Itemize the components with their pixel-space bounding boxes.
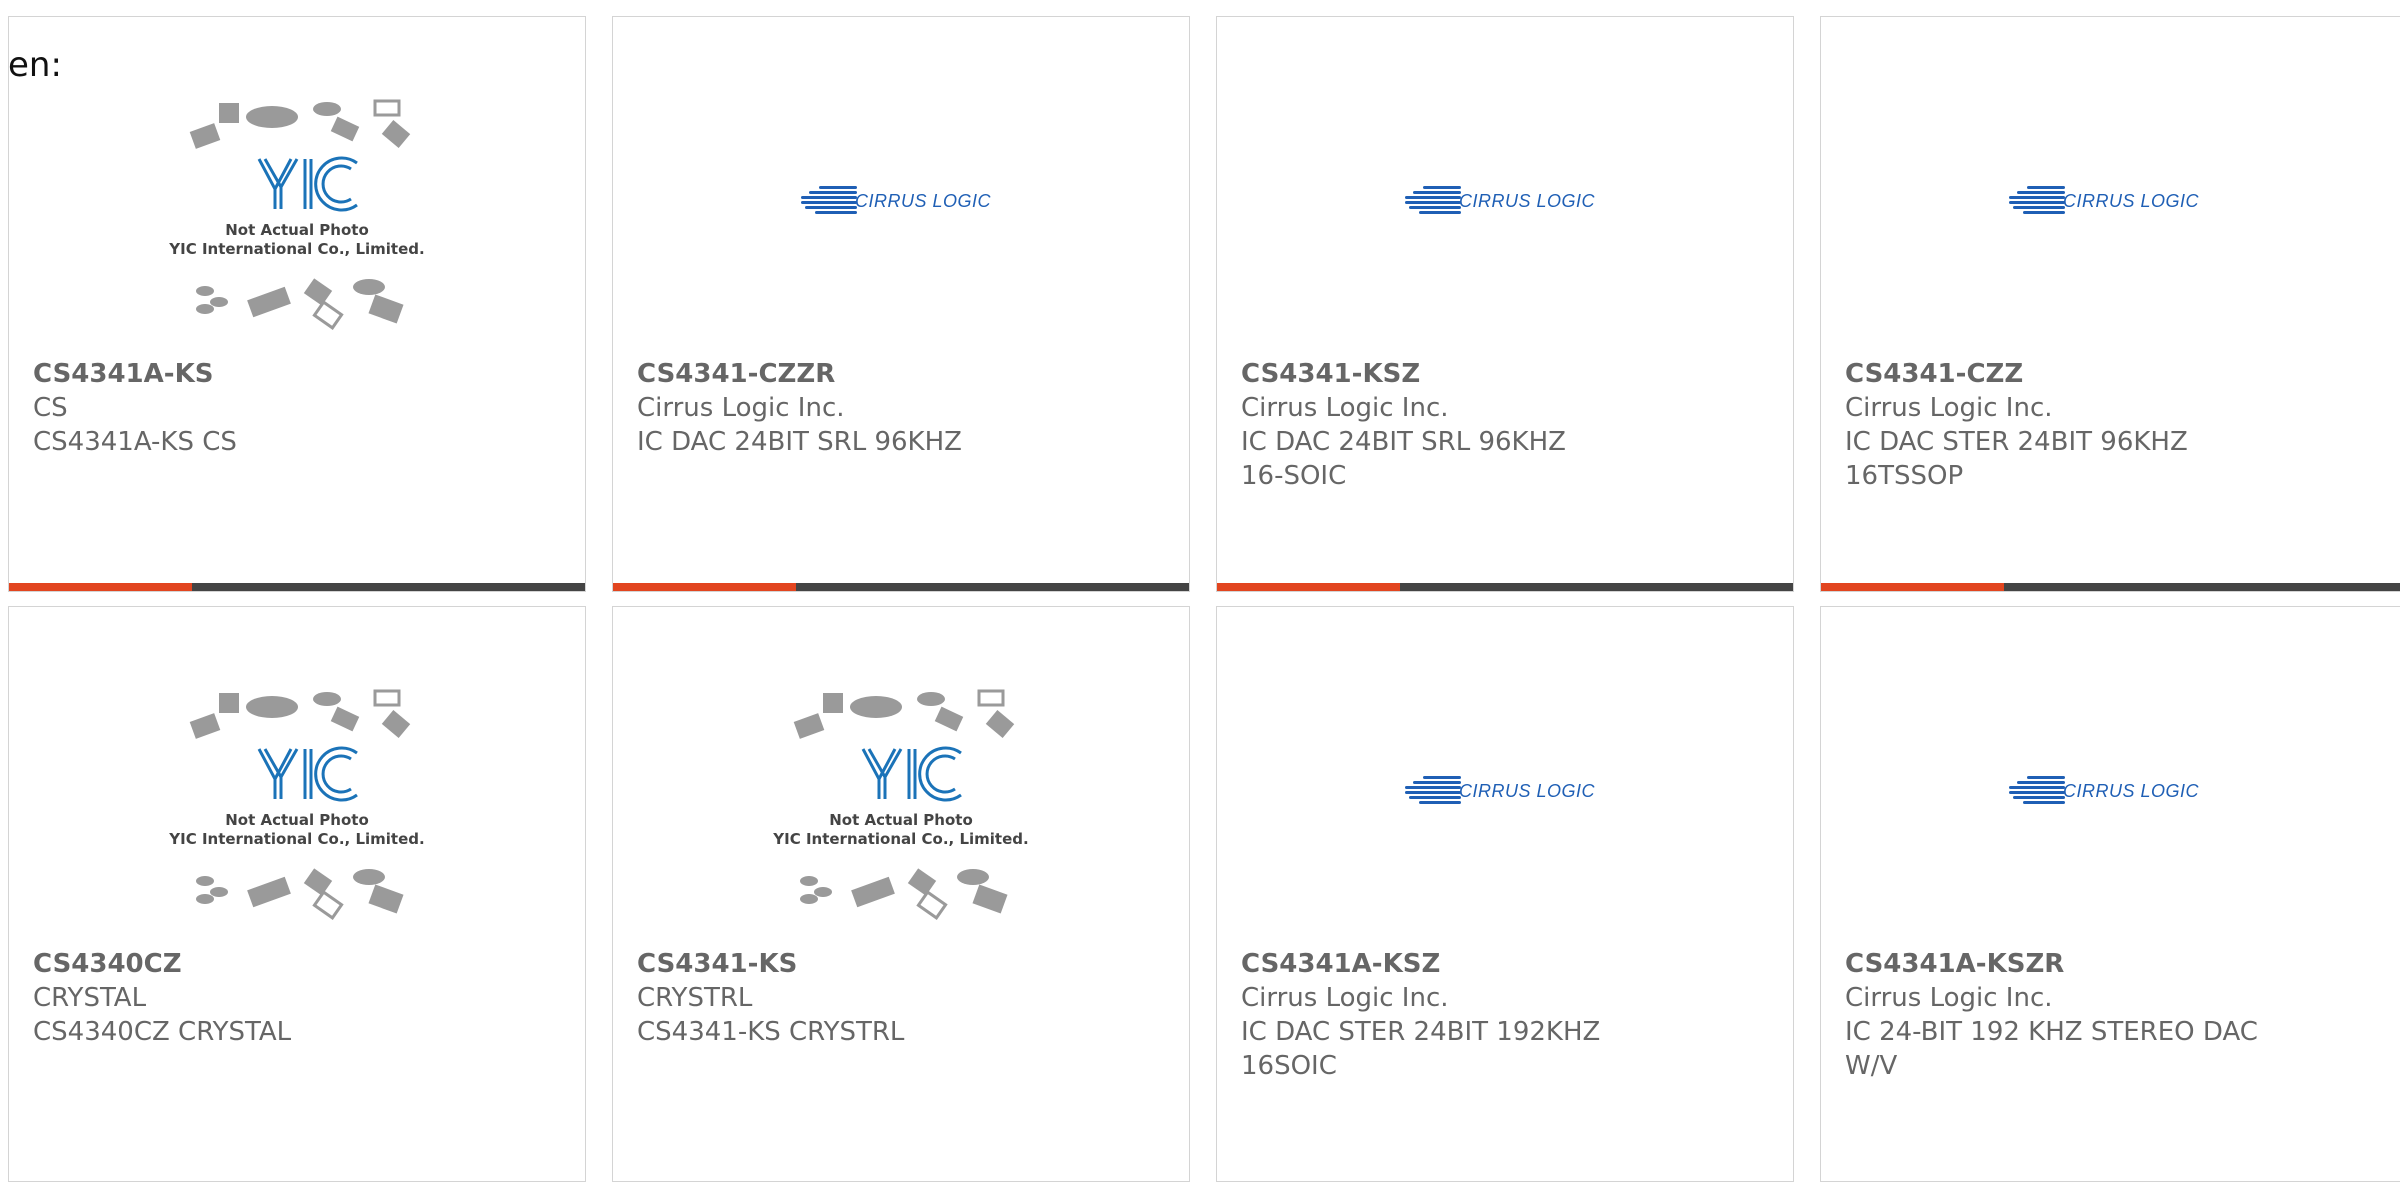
description: CS4340CZ CRYSTAL: [33, 1017, 292, 1047]
card-bar: [613, 583, 1189, 591]
manufacturer: CS: [33, 393, 68, 423]
manufacturer: Cirrus Logic Inc.: [1241, 983, 1449, 1013]
cirrus-logic-logo-icon: CIRRUS LOGIC: [2009, 775, 2199, 807]
product-image: CIRRUS LOGIC: [1821, 687, 2400, 957]
cirrus-logic-logo-icon: CIRRUS LOGIC: [1405, 185, 1595, 217]
part-number[interactable]: CS4341-KSZ: [1241, 357, 1701, 391]
manufacturer: Cirrus Logic Inc.: [1845, 983, 2053, 1013]
product-image: Not Actual Photo YIC International Co., …: [9, 687, 585, 957]
product-image: CIRRUS LOGIC: [1217, 687, 1793, 957]
product-card[interactable]: Not Actual Photo YIC International Co., …: [612, 606, 1190, 1182]
svg-text:Not Actual Photo: Not Actual Photo: [829, 811, 973, 829]
part-number[interactable]: CS4341A-KSZR: [1845, 947, 2305, 981]
product-info: CS4341A-KS CS CS4341A-KS CS: [33, 357, 493, 459]
chip-placeholder-icon: Not Actual Photo YIC International Co., …: [168, 99, 425, 330]
product-image: Not Actual Photo YIC International Co., …: [9, 97, 585, 367]
part-number[interactable]: CS4341A-KS: [33, 357, 493, 391]
description: IC DAC 24BIT SRL 96KHZ: [637, 427, 962, 457]
product-info: CS4341A-KSZR Cirrus Logic Inc. IC 24-BIT…: [1845, 947, 2305, 1083]
cirrus-logic-logo-icon: CIRRUS LOGIC: [1405, 775, 1595, 807]
product-info: CS4341-CZZ Cirrus Logic Inc. IC DAC STER…: [1845, 357, 2305, 493]
chip-placeholder-icon: Not Actual Photo YIC International Co., …: [772, 689, 1029, 920]
description: CS4341-KS CRYSTRL: [637, 1017, 905, 1047]
product-card[interactable]: CIRRUS LOGIC CS4341-CZZ Cirrus Logic Inc…: [1820, 16, 2400, 592]
cirrus-logic-logo-icon: CIRRUS LOGIC: [801, 185, 991, 217]
product-card[interactable]: Not Actual Photo YIC International Co., …: [8, 606, 586, 1182]
description: IC DAC 24BIT SRL 96KHZ 16-SOIC: [1241, 427, 1566, 491]
product-image: CIRRUS LOGIC: [613, 97, 1189, 367]
description: IC DAC STER 24BIT 192KHZ 16SOIC: [1241, 1017, 1601, 1081]
product-info: CS4340CZ CRYSTAL CS4340CZ CRYSTAL: [33, 947, 493, 1049]
product-card[interactable]: CIRRUS LOGIC CS4341-CZZR Cirrus Logic In…: [612, 16, 1190, 592]
manufacturer: Cirrus Logic Inc.: [637, 393, 845, 423]
product-card[interactable]: CIRRUS LOGIC CS4341-KSZ Cirrus Logic Inc…: [1216, 16, 1794, 592]
card-bar: [1217, 583, 1793, 591]
part-number[interactable]: CS4341-KS: [637, 947, 1097, 981]
card-bar: [9, 583, 585, 591]
description: IC DAC STER 24BIT 96KHZ 16TSSOP: [1845, 427, 2188, 491]
part-number[interactable]: CS4341-CZZR: [637, 357, 1097, 391]
manufacturer: CRYSTAL: [33, 983, 147, 1013]
cirrus-logic-logo-icon: CIRRUS LOGIC: [2009, 185, 2199, 217]
svg-text:YIC International Co., Limited: YIC International Co., Limited.: [168, 830, 424, 848]
product-info: CS4341-KS CRYSTRL CS4341-KS CRYSTRL: [637, 947, 1097, 1049]
chip-placeholder-icon: Not Actual Photo YIC International Co., …: [168, 689, 425, 920]
part-number[interactable]: CS4341-CZZ: [1845, 357, 2305, 391]
svg-text:Not Actual Photo: Not Actual Photo: [225, 811, 369, 829]
product-image: CIRRUS LOGIC: [1821, 97, 2400, 367]
card-bar: [1821, 583, 2400, 591]
part-number[interactable]: CS4341A-KSZ: [1241, 947, 1701, 981]
part-number[interactable]: CS4340CZ: [33, 947, 493, 981]
product-card[interactable]: Not Actual Photo YIC International Co., …: [8, 16, 586, 592]
description: CS4341A-KS CS: [33, 427, 237, 457]
product-info: CS4341-CZZR Cirrus Logic Inc. IC DAC 24B…: [637, 357, 1097, 459]
svg-text:Not Actual Photo: Not Actual Photo: [225, 221, 369, 239]
language-label: en:: [8, 45, 62, 85]
description: IC 24-BIT 192 KHZ STEREO DAC W/V: [1845, 1017, 2258, 1081]
product-image: Not Actual Photo YIC International Co., …: [613, 687, 1189, 957]
svg-text:YIC International Co., Limited: YIC International Co., Limited.: [772, 830, 1028, 848]
product-card[interactable]: CIRRUS LOGIC CS4341A-KSZR Cirrus Logic I…: [1820, 606, 2400, 1182]
manufacturer: Cirrus Logic Inc.: [1845, 393, 2053, 423]
manufacturer: Cirrus Logic Inc.: [1241, 393, 1449, 423]
manufacturer: CRYSTRL: [637, 983, 753, 1013]
product-info: CS4341-KSZ Cirrus Logic Inc. IC DAC 24BI…: [1241, 357, 1701, 493]
product-card[interactable]: CIRRUS LOGIC CS4341A-KSZ Cirrus Logic In…: [1216, 606, 1794, 1182]
product-image: CIRRUS LOGIC: [1217, 97, 1793, 367]
svg-text:YIC International Co., Limited: YIC International Co., Limited.: [168, 240, 424, 258]
product-info: CS4341A-KSZ Cirrus Logic Inc. IC DAC STE…: [1241, 947, 1701, 1083]
